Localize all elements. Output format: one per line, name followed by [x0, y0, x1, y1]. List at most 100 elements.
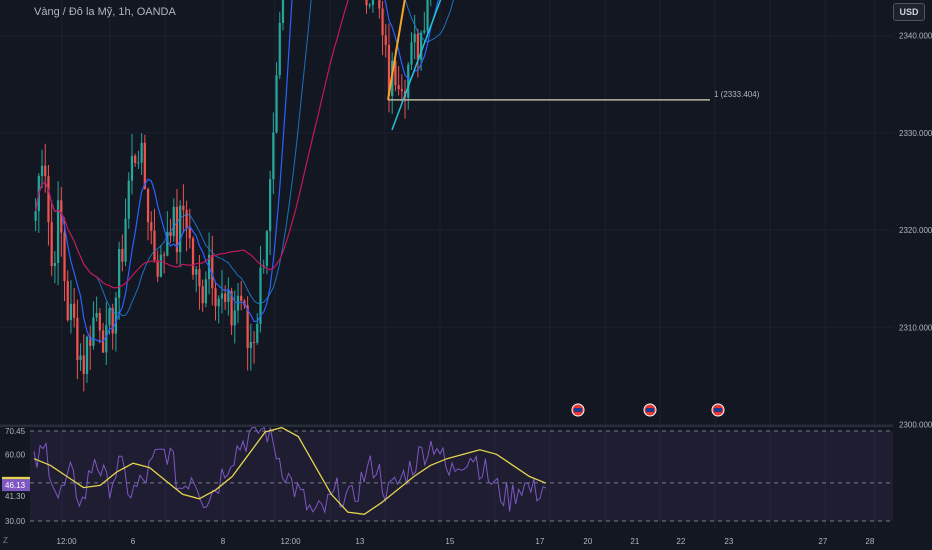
candle-body	[44, 165, 47, 177]
time-axis-tick-label: 20	[583, 537, 592, 546]
candle-body	[233, 310, 236, 326]
candle-body	[182, 205, 185, 210]
candle-body	[108, 308, 111, 326]
candle-body	[423, 30, 426, 33]
rsi-level-label: 46.13	[5, 481, 26, 490]
us-event-flag-stripe	[574, 408, 582, 412]
candle-body	[249, 342, 252, 349]
candle-body	[82, 355, 85, 374]
price-axis-background	[893, 0, 932, 550]
candle-body	[368, 4, 371, 6]
time-axis-tick-label: 28	[865, 537, 874, 546]
time-axis-tick-label: 23	[724, 537, 733, 546]
candle-body	[416, 33, 420, 60]
candle-body	[278, 22, 281, 76]
candle-body	[198, 269, 201, 287]
candle-body	[79, 355, 82, 361]
candle-body	[50, 222, 53, 267]
candle-body	[40, 165, 44, 176]
candle-body	[195, 269, 198, 275]
candle-body	[134, 155, 137, 163]
candle-body	[397, 85, 400, 90]
time-axis-tick-label: 22	[676, 537, 685, 546]
ma-fast-line	[35, 0, 439, 343]
time-axis-tick-label: 15	[445, 537, 454, 546]
rsi-level-label: 30.00	[5, 517, 26, 526]
candle-body	[124, 218, 127, 262]
price-axis-tick-label: 2330.000	[899, 129, 932, 138]
candle-body	[272, 132, 275, 180]
time-axis-tick-label: 12:00	[281, 537, 302, 546]
candle-body	[371, 0, 375, 5]
candle-body	[150, 222, 153, 231]
candle-body	[204, 279, 207, 304]
candle-body	[121, 249, 124, 262]
candle-body	[201, 286, 204, 304]
candle-body	[179, 205, 182, 253]
candle-body	[76, 317, 79, 361]
time-axis-tick-label: 13	[355, 537, 364, 546]
rsi-level-label: 60.00	[5, 450, 26, 459]
candle-body	[63, 232, 66, 282]
candles-group	[34, 0, 432, 392]
candle-body	[407, 64, 410, 98]
time-axis-tick-label: 21	[630, 537, 639, 546]
candle-body	[146, 188, 150, 223]
us-event-flag-stripe	[714, 408, 722, 412]
candle-body	[34, 211, 37, 221]
candle-body	[256, 323, 259, 343]
candle-body	[73, 303, 76, 318]
time-axis-tick-label: 17	[535, 537, 544, 546]
candle-body	[400, 89, 403, 92]
fib-level-label: 1 (2333.404)	[714, 90, 760, 99]
ma-mid-line	[35, 0, 454, 317]
candle-body	[268, 179, 272, 232]
candle-body	[118, 249, 121, 298]
time-axis-tick-label: 12:00	[57, 537, 78, 546]
candle-body	[130, 155, 134, 181]
candle-body	[105, 325, 108, 353]
candle-body	[217, 298, 220, 307]
candle-body	[220, 293, 224, 299]
currency-button[interactable]: USD	[893, 3, 925, 21]
price-axis-tick-label: 2310.000	[899, 323, 932, 332]
time-axis-tick-label: 27	[818, 537, 827, 546]
candle-body	[381, 8, 384, 36]
chart-title: Vàng / Đô la Mỹ, 1h, OANDA	[34, 6, 176, 18]
candle-body	[162, 254, 166, 256]
price-axis-tick-label: 2320.000	[899, 226, 932, 235]
candle-body	[47, 176, 50, 223]
candle-body	[191, 238, 195, 275]
candle-body	[378, 0, 381, 9]
candle-body	[185, 209, 188, 229]
candle-body	[156, 260, 159, 277]
price-axis-tick-label: 2340.000	[899, 32, 932, 41]
candle-body	[95, 313, 98, 318]
candle-body	[214, 288, 217, 307]
candle-body	[265, 231, 269, 266]
candle-body	[281, 0, 285, 23]
candle-body	[224, 293, 227, 302]
candle-body	[227, 290, 230, 302]
time-axis-tick-label: 6	[131, 537, 136, 546]
candle-body	[410, 42, 413, 65]
candle-body	[85, 336, 89, 374]
ma-slow-line	[35, 0, 349, 289]
candle-body	[172, 206, 175, 237]
candle-body	[188, 228, 191, 239]
scale-mode-button[interactable]: Z	[3, 536, 8, 545]
candle-body	[384, 35, 387, 45]
candle-body	[66, 281, 69, 321]
price-axis-tick-label: 2300.000	[899, 421, 932, 430]
rsi-level-label: 70.45	[5, 427, 26, 436]
chart-canvas[interactable]: 0 (2417.810)0.236 (2397.890)0.382 (2385.…	[0, 0, 932, 550]
candle-body	[98, 313, 101, 331]
candle-body	[137, 162, 140, 164]
candle-body	[69, 303, 73, 321]
time-axis-tick-label: 8	[221, 537, 226, 546]
candle-body	[275, 75, 278, 133]
candle-body	[53, 263, 57, 267]
candle-body	[153, 230, 156, 261]
candle-body	[140, 142, 143, 163]
candle-body	[159, 254, 163, 277]
